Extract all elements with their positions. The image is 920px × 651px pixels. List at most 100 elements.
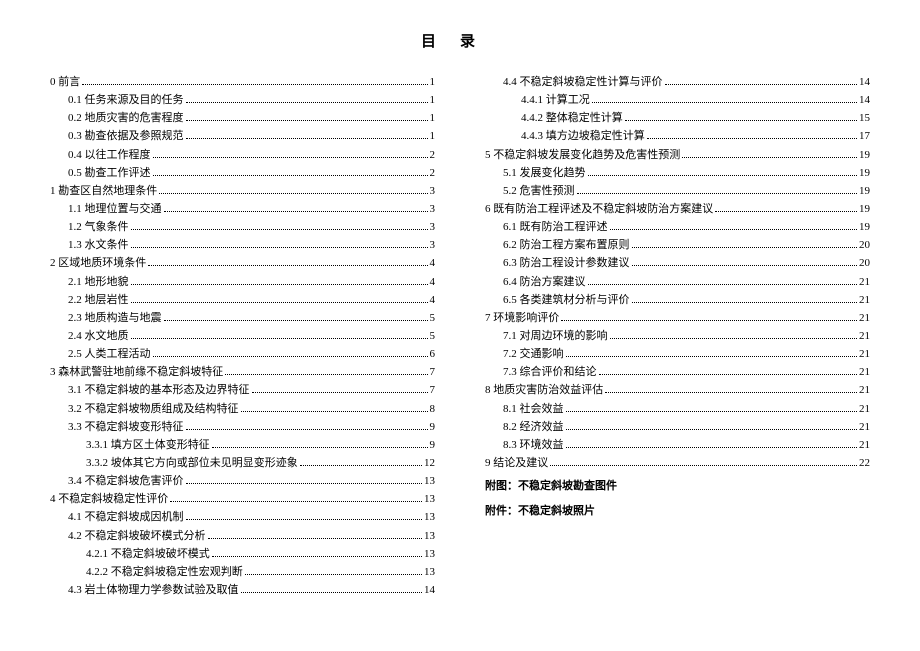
- toc-entry-page: 21: [859, 436, 870, 454]
- toc-entry-label: 1.2 气象条件: [68, 218, 129, 236]
- toc-leader-dots: [212, 556, 422, 557]
- toc-entry-label: 3.4 不稳定斜坡危害评价: [68, 472, 184, 490]
- toc-column-left: 0 前言10.1 任务来源及目的任务10.2 地质灾害的危害程度10.3 勘查依…: [50, 73, 435, 599]
- toc-entry: 8.3 环境效益21: [485, 436, 870, 454]
- toc-leader-dots: [131, 229, 428, 230]
- toc-entry-page: 1: [430, 127, 436, 145]
- toc-entry-page: 21: [859, 327, 870, 345]
- toc-entry-page: 20: [859, 254, 870, 272]
- toc-entry-label: 0 前言: [50, 73, 80, 91]
- toc-entry: 9 结论及建议22: [485, 454, 870, 472]
- toc-entry: 0.2 地质灾害的危害程度1: [50, 109, 435, 127]
- toc-entry-label: 6.4 防治方案建议: [503, 273, 586, 291]
- toc-column-right: 4.4 不稳定斜坡稳定性计算与评价 144.4.1 计算工况144.4.2 整体稳…: [485, 73, 870, 599]
- toc-entry: 5 不稳定斜坡发展变化趋势及危害性预测19: [485, 146, 870, 164]
- toc-leader-dots: [632, 265, 858, 266]
- toc-entry: 4.4.1 计算工况14: [485, 91, 870, 109]
- toc-entry-page: 19: [859, 182, 870, 200]
- toc-entry-page: 21: [859, 273, 870, 291]
- toc-entry-label: 8.1 社会效益: [503, 400, 564, 418]
- toc-entry-label: 0.1 任务来源及目的任务: [68, 91, 184, 109]
- toc-entry-page: 13: [424, 527, 435, 545]
- toc-leader-dots: [610, 229, 858, 230]
- toc-entry-page: 21: [859, 381, 870, 399]
- toc-leader-dots: [665, 84, 858, 85]
- toc-leader-dots: [186, 483, 423, 484]
- toc-entry-page: 3: [430, 236, 436, 254]
- appendix-line: 附图：不稳定斜坡勘查图件: [485, 476, 870, 497]
- appendix-line: 附件：不稳定斜坡照片: [485, 501, 870, 522]
- toc-entry-label: 6.2 防治工程方案布置原则: [503, 236, 630, 254]
- toc-entry: 4.4 不稳定斜坡稳定性计算与评价 14: [485, 73, 870, 91]
- toc-entry: 0.5 勘查工作评述2: [50, 164, 435, 182]
- toc-leader-dots: [241, 411, 428, 412]
- toc-entry-label: 2.3 地质构造与地震: [68, 309, 162, 327]
- toc-entry: 3 森林武警驻地前缘不稳定斜坡特征7: [50, 363, 435, 381]
- toc-entry-page: 15: [859, 109, 870, 127]
- toc-entry: 7.2 交通影响21: [485, 345, 870, 363]
- toc-entry-label: 5 不稳定斜坡发展变化趋势及危害性预测: [485, 146, 680, 164]
- toc-leader-dots: [625, 120, 857, 121]
- toc-entry-page: 20: [859, 236, 870, 254]
- toc-entry-label: 0.5 勘查工作评述: [68, 164, 151, 182]
- toc-entry-page: 14: [424, 581, 435, 599]
- toc-entry-label: 4.4.3 填方边坡稳定性计算: [521, 127, 645, 145]
- toc-leader-dots: [566, 429, 858, 430]
- toc-entry-page: 21: [859, 291, 870, 309]
- toc-entry-page: 13: [424, 490, 435, 508]
- toc-entry-page: 9: [430, 418, 436, 436]
- toc-leader-dots: [186, 429, 428, 430]
- toc-entry: 8.1 社会效益 21: [485, 400, 870, 418]
- toc-entry-label: 0.2 地质灾害的危害程度: [68, 109, 184, 127]
- toc-entry-page: 1: [430, 73, 436, 91]
- toc-entry-page: 21: [859, 400, 870, 418]
- toc-entry: 0.3 勘查依据及参照规范 1: [50, 127, 435, 145]
- toc-entry: 2.2 地层岩性4: [50, 291, 435, 309]
- toc-entry-page: 21: [859, 345, 870, 363]
- toc-entry-page: 2: [430, 146, 436, 164]
- toc-entry: 4.4.2 整体稳定性计算15: [485, 109, 870, 127]
- toc-entry-label: 6.1 既有防治工程评述: [503, 218, 608, 236]
- toc-entry: 6.4 防治方案建议 21: [485, 273, 870, 291]
- toc-entry-label: 5.1 发展变化趋势: [503, 164, 586, 182]
- toc-leader-dots: [241, 592, 423, 593]
- toc-entry-label: 4.4 不稳定斜坡稳定性计算与评价: [503, 73, 663, 91]
- toc-leader-dots: [566, 411, 858, 412]
- toc-entry-label: 7.3 综合评价和结论: [503, 363, 597, 381]
- toc-entry: 4.2.2 不稳定斜坡稳定性宏观判断13: [50, 563, 435, 581]
- toc-leader-dots: [550, 465, 857, 466]
- toc-leader-dots: [588, 284, 858, 285]
- toc-entry-label: 2.4 水文地质: [68, 327, 129, 345]
- toc-entry: 1.2 气象条件 3: [50, 218, 435, 236]
- toc-entry-page: 17: [859, 127, 870, 145]
- toc-entry-page: 5: [430, 309, 436, 327]
- toc-leader-dots: [164, 211, 428, 212]
- toc-entry-label: 0.3 勘查依据及参照规范: [68, 127, 184, 145]
- toc-entry: 3.3.2 坡体其它方向或部位未见明显变形迹象12: [50, 454, 435, 472]
- toc-entry: 4.1 不稳定斜坡成因机制13: [50, 508, 435, 526]
- toc-leader-dots: [159, 193, 427, 194]
- toc-entry: 0 前言 1: [50, 73, 435, 91]
- toc-entry-label: 1 勘查区自然地理条件: [50, 182, 157, 200]
- toc-leader-dots: [164, 320, 428, 321]
- toc-leader-dots: [632, 302, 858, 303]
- toc-entry: 8 地质灾害防治效益评估21: [485, 381, 870, 399]
- toc-entry-page: 14: [859, 73, 870, 91]
- toc-entry-label: 3.3 不稳定斜坡变形特征: [68, 418, 184, 436]
- toc-leader-dots: [566, 356, 858, 357]
- toc-entry-page: 19: [859, 200, 870, 218]
- toc-entry-label: 4.1 不稳定斜坡成因机制: [68, 508, 184, 526]
- toc-leader-dots: [212, 447, 428, 448]
- toc-leader-dots: [186, 120, 428, 121]
- toc-entry: 2 区域地质环境条件4: [50, 254, 435, 272]
- toc-entry: 3.2 不稳定斜坡物质组成及结构特征8: [50, 400, 435, 418]
- toc-leader-dots: [561, 320, 857, 321]
- toc-entry: 3.3 不稳定斜坡变形特征 9: [50, 418, 435, 436]
- toc-entry: 5.2 危害性预测19: [485, 182, 870, 200]
- toc-entry-label: 3.3.2 坡体其它方向或部位未见明显变形迹象: [86, 454, 298, 472]
- toc-leader-dots: [245, 574, 422, 575]
- toc-entry-page: 3: [430, 200, 436, 218]
- toc-entry-page: 3: [430, 218, 436, 236]
- toc-leader-dots: [588, 175, 858, 176]
- toc-entry: 0.1 任务来源及目的任务1: [50, 91, 435, 109]
